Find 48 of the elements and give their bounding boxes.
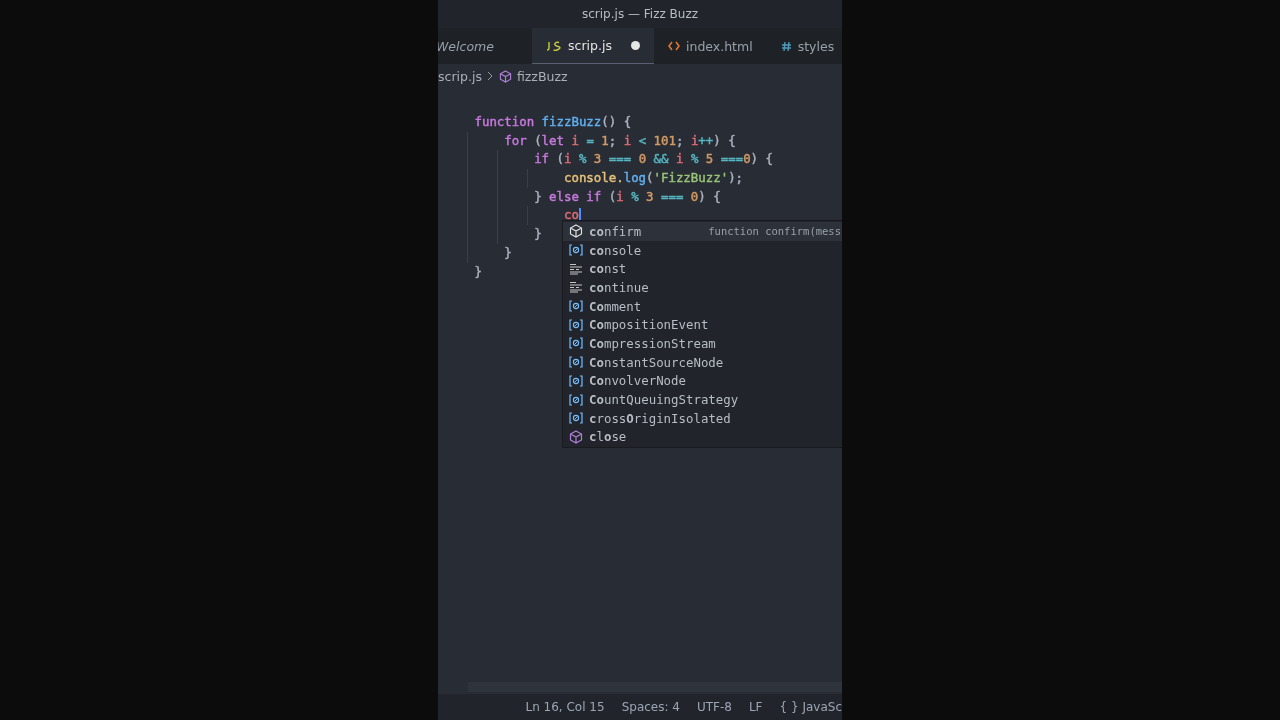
variable-icon	[569, 356, 583, 369]
suggestion-item[interactable]: const	[563, 259, 842, 279]
suggestion-item[interactable]: ConvolverNode	[563, 371, 842, 391]
code-line: } else if (i % 3 === 0) {	[534, 187, 721, 206]
suggestion-item[interactable]: console	[563, 240, 842, 260]
code-line: }	[504, 243, 512, 262]
code-line: }	[474, 262, 482, 281]
status-item[interactable]: LF	[748, 700, 763, 714]
breadcrumb-item[interactable]: scrip.js	[438, 68, 482, 84]
code-line: function fizzBuzz() {	[474, 113, 632, 131]
suggestion-item[interactable]: continue	[563, 278, 842, 297]
suggestion-item[interactable]: Comment	[563, 296, 842, 316]
suggestion-item[interactable]: close	[563, 427, 842, 447]
chevron-icon	[486, 71, 494, 81]
keyword-icon	[569, 262, 583, 275]
cube-icon	[498, 69, 512, 83]
suggestion-item[interactable]: ConstantSourceNode	[563, 352, 842, 372]
code-line: for (let i = 1; i < 101; i++) {	[504, 131, 736, 150]
suggestion-item[interactable]: CompositionEvent	[563, 315, 842, 335]
variable-icon	[569, 300, 583, 313]
code-line: }	[534, 225, 542, 244]
unsaved-dot-icon	[631, 41, 640, 50]
status-item[interactable]: Spaces: 4	[621, 700, 680, 714]
status-item[interactable]: Ln 16, Col 15	[525, 700, 605, 714]
breadcrumb-item[interactable]: fizzBuzz	[516, 68, 568, 84]
keyword-icon	[569, 281, 583, 294]
variable-icon	[569, 318, 583, 331]
suggestion-item[interactable]: crossOriginIsolated	[563, 408, 842, 428]
code-line: console.log('FizzBuzz');	[564, 169, 744, 188]
window-title: scrip.js — Fizz Buzz	[582, 7, 698, 21]
suggestion-item[interactable]: confirm function confirm(mess	[563, 222, 842, 241]
variable-icon	[569, 374, 583, 387]
cube-icon	[569, 224, 583, 239]
variable-icon	[569, 244, 583, 257]
code-line: if (i % 3 === 0 && i % 5 ===0) {	[534, 150, 773, 169]
status-item[interactable]: { } JavaSc	[779, 700, 842, 714]
editor-tab[interactable]: scrip.js	[532, 28, 654, 64]
suggestion-item[interactable]: CompressionStream	[563, 334, 842, 353]
js-file-icon	[546, 40, 562, 51]
code-brackets-icon	[668, 41, 680, 51]
variable-icon	[569, 393, 583, 406]
scrollbar[interactable]	[468, 682, 842, 692]
suggestion-item[interactable]: CountQueuingStrategy	[563, 390, 842, 409]
hash-icon	[780, 40, 792, 52]
cube-icon	[569, 429, 583, 444]
status-item[interactable]: UTF-8	[696, 700, 732, 714]
variable-icon	[569, 337, 583, 350]
variable-icon	[569, 412, 583, 425]
